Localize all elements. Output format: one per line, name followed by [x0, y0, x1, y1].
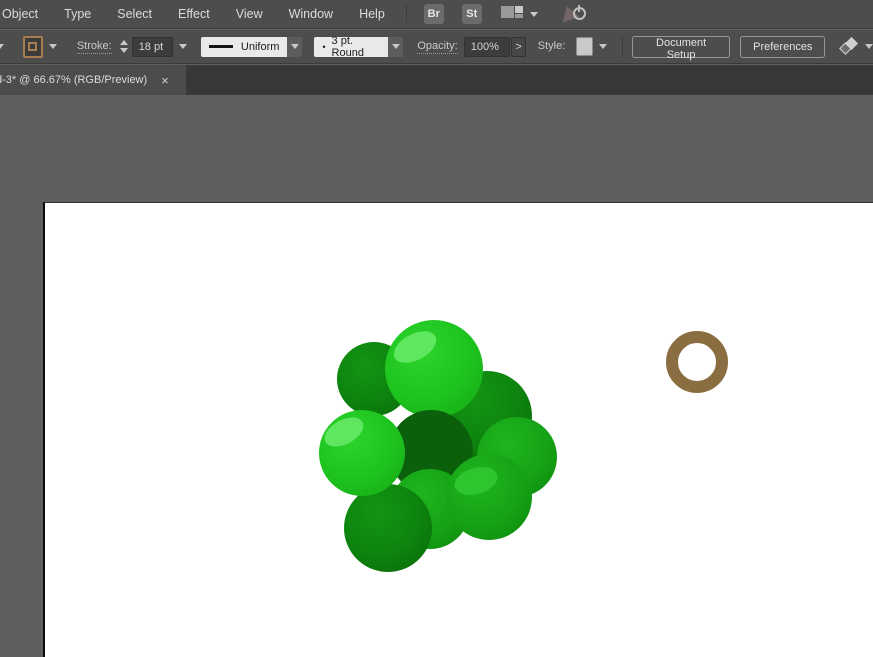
select-similar-icon[interactable] — [839, 36, 859, 56]
stroke-weight-chevron-down-icon[interactable] — [179, 44, 188, 49]
stroke-weight-input[interactable]: 18 pt — [131, 36, 174, 57]
sync-status-icon[interactable] — [558, 3, 586, 24]
document-setup-button[interactable]: Document Setup — [632, 35, 731, 61]
power-glyph — [572, 5, 586, 20]
artwork-svg[interactable] — [0, 95, 873, 657]
brush-chevron-down-icon — [391, 44, 400, 49]
profile-chevron-button[interactable] — [287, 36, 303, 57]
brush-select[interactable]: • 3 pt. Round — [314, 34, 389, 59]
stroke-swatch-glyph — [28, 42, 38, 51]
brush-name: 3 pt. Round — [331, 34, 364, 59]
preferences-button[interactable]: Preferences — [740, 35, 826, 58]
brown-ring[interactable] — [666, 331, 728, 393]
stroke-weight-stepper[interactable] — [119, 40, 128, 53]
document-tab-title: d-3* @ 66.67% (RGB/Preview) — [0, 74, 148, 86]
sphere-bottom-right[interactable] — [446, 454, 532, 540]
control-separator — [622, 35, 624, 58]
stepper-up-icon[interactable] — [119, 40, 128, 45]
profile-preview-line — [209, 45, 233, 48]
menu-type[interactable]: Type — [51, 0, 104, 29]
stroke-label[interactable]: Stroke: — [76, 40, 112, 54]
document-tab-bar: d-3* @ 66.67% (RGB/Preview) × — [0, 65, 873, 95]
menu-separator — [405, 5, 407, 23]
style-label: Style: — [537, 40, 566, 52]
brush-chevron-button[interactable] — [388, 36, 404, 57]
menu-effect[interactable]: Effect — [165, 0, 223, 29]
style-chevron-down-icon[interactable] — [599, 44, 608, 49]
fill-chevron-down-icon[interactable] — [0, 44, 4, 49]
brush-preview-dot: • — [322, 41, 326, 52]
menu-window[interactable]: Window — [276, 0, 346, 29]
sphere-bottom-left[interactable] — [344, 484, 432, 572]
opacity-input[interactable]: 100% — [463, 36, 511, 57]
profile-chevron-down-icon — [290, 44, 299, 49]
select-similar-chevron-down-icon[interactable] — [865, 44, 873, 49]
menu-bar: Object Type Select Effect View Window He… — [0, 0, 873, 29]
document-tab[interactable]: d-3* @ 66.67% (RGB/Preview) × — [0, 65, 186, 95]
stroke-color-swatch[interactable] — [23, 35, 43, 58]
menu-object[interactable]: Object — [0, 0, 51, 29]
profile-name: Uniform — [240, 40, 280, 53]
workspace-pasteboard[interactable] — [0, 95, 873, 657]
workspace-switcher-icon[interactable] — [500, 6, 523, 22]
bridge-icon[interactable]: Br — [423, 4, 444, 24]
stepper-down-icon[interactable] — [119, 48, 128, 53]
control-bar: Stroke: 18 pt Uniform • 3 pt. Round Opac… — [0, 30, 873, 64]
opacity-label[interactable]: Opacity: — [417, 40, 458, 54]
menu-help[interactable]: Help — [346, 0, 398, 29]
workspace-chevron-down-icon[interactable] — [529, 11, 538, 17]
opacity-expand-button[interactable]: > — [511, 36, 526, 57]
illustrator-window: Object Type Select Effect View Window He… — [0, 0, 873, 657]
stroke-swatch-chevron-down-icon[interactable] — [48, 44, 57, 49]
variable-width-profile-select[interactable]: Uniform — [201, 36, 288, 57]
menu-view[interactable]: View — [223, 0, 276, 29]
tab-close-icon[interactable]: × — [157, 73, 173, 88]
stock-icon[interactable]: St — [461, 4, 482, 24]
graphic-style-swatch[interactable] — [576, 37, 594, 56]
menu-select[interactable]: Select — [104, 0, 165, 29]
